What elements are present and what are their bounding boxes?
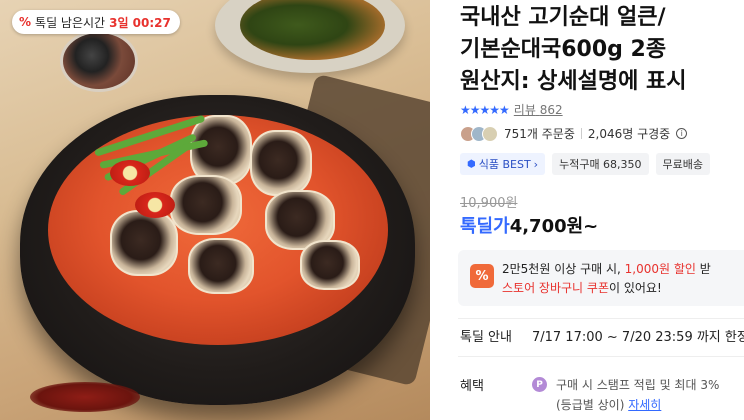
review-count: 862: [539, 103, 563, 117]
buyer-avatars: [460, 125, 498, 142]
sale-price-row: 톡딜가 4,700원~: [460, 212, 598, 238]
coupon-banner[interactable]: % 2만5천원 이상 구매 시, 1,000원 할인 받 스토어 장바구니 쿠폰…: [458, 250, 744, 306]
star-rating-icon: ★★★★★: [460, 102, 510, 117]
divider: [458, 356, 744, 357]
pepper-bowl: [60, 30, 138, 92]
chili-slice: [135, 192, 175, 218]
sale-price-label: 톡딜가: [460, 216, 510, 237]
original-price: 10,900원: [460, 196, 518, 211]
coupon-name: 스토어 장바구니 쿠폰: [502, 281, 609, 295]
chili-slice: [110, 160, 150, 186]
best-badge[interactable]: ⬢ 식품 BEST ›: [460, 153, 546, 175]
benefit-line-1: 구매 시 스탬프 적립 및 최대 3%: [556, 378, 720, 392]
rating-row: ★★★★★ 리뷰 862: [460, 101, 563, 118]
deal-timer-badge: % 톡딜 남은시간 3일 00:27: [12, 10, 180, 34]
sundae-slice: [110, 210, 178, 276]
best-badge-label: 식품 BEST: [478, 158, 531, 171]
sundae-slice: [188, 238, 254, 294]
sundae-slice: [250, 130, 312, 196]
title-line-3: 원산지: 상세설명에 표시: [460, 69, 687, 94]
product-detail-panel: 국내산 고기순대 얼큰/ 기본순대국600g 2종 원산지: 상세설명에 표시 …: [452, 0, 744, 420]
coupon-line1-prefix: 2만5천원 이상 구매 시,: [502, 262, 625, 276]
benefit-label: 혜택: [460, 379, 484, 394]
dried-chilies: [30, 382, 140, 412]
product-title: 국내산 고기순대 얼큰/ 기본순대국600g 2종 원산지: 상세설명에 표시: [460, 2, 744, 98]
deal-info-label: 톡딜 안내: [460, 330, 512, 345]
title-line-1: 국내산 고기순대 얼큰/: [460, 5, 666, 30]
viewer-count: 2,046명 구경중: [587, 127, 671, 141]
tag-row: ⬢ 식품 BEST › 누적구매 68,350 무료배송: [460, 153, 711, 175]
coupon-discount: 1,000원 할인: [624, 262, 696, 276]
percent-coupon-icon: %: [470, 264, 494, 288]
coupon-line1-suffix: 받: [695, 262, 711, 276]
deal-info-row: 톡딜 안내 7/17 17:00 ~ 7/20 23:59 까지 한정: [460, 326, 744, 345]
free-shipping-badge: 무료배송: [655, 153, 711, 175]
info-icon[interactable]: i: [676, 128, 688, 139]
coupon-line2-suffix: 이 있어요!: [609, 281, 662, 295]
shield-check-icon: ⬢: [467, 158, 476, 170]
sundae-slice: [300, 240, 360, 290]
divider: [580, 128, 582, 139]
social-proof-row: 751개 주문중 2,046명 구경중 i: [460, 125, 688, 142]
benefit-line-2: (등급별 상이) 자세히: [556, 396, 661, 413]
deal-period: 7/17 17:00 ~ 7/20 23:59 까지 한정: [531, 330, 744, 345]
chevron-right-icon: ›: [533, 157, 539, 171]
timer-value: 3일 00:27: [109, 15, 171, 30]
benefit-line2-prefix: (등급별 상이): [556, 398, 629, 412]
sale-price: 4,700원~: [509, 216, 599, 237]
coupon-line-2: 스토어 장바구니 쿠폰이 있어요!: [502, 279, 662, 296]
title-line-2: 기본순대국600g 2종: [460, 37, 667, 62]
timer-label: 톡딜 남은시간: [35, 15, 106, 30]
cumulative-purchase-badge: 누적구매 68,350: [552, 153, 649, 175]
review-label: 리뷰: [513, 103, 536, 117]
percent-tag-icon: %: [19, 15, 32, 29]
order-count: 751개 주문중: [504, 127, 575, 141]
coupon-line-1: 2만5천원 이상 구매 시, 1,000원 할인 받: [502, 260, 711, 277]
sundae-slice: [170, 175, 242, 235]
avatar: [482, 125, 498, 142]
review-link[interactable]: 리뷰 862: [514, 101, 563, 118]
product-image[interactable]: % 톡딜 남은시간 3일 00:27: [0, 0, 430, 420]
stamp-point-icon: P: [532, 377, 547, 392]
divider: [458, 318, 744, 319]
benefit-detail-link[interactable]: 자세히: [628, 398, 661, 412]
